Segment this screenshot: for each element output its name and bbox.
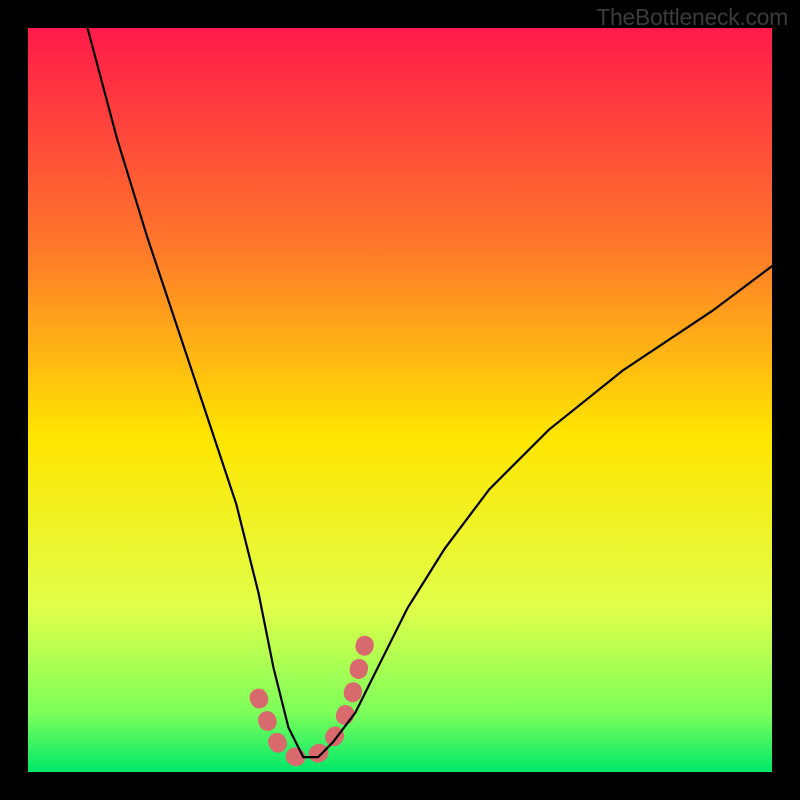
- gradient-background: [28, 28, 772, 772]
- attribution-text: TheBottleneck.com: [596, 4, 788, 31]
- chart-frame: [28, 28, 772, 772]
- bottleneck-chart: [28, 28, 772, 772]
